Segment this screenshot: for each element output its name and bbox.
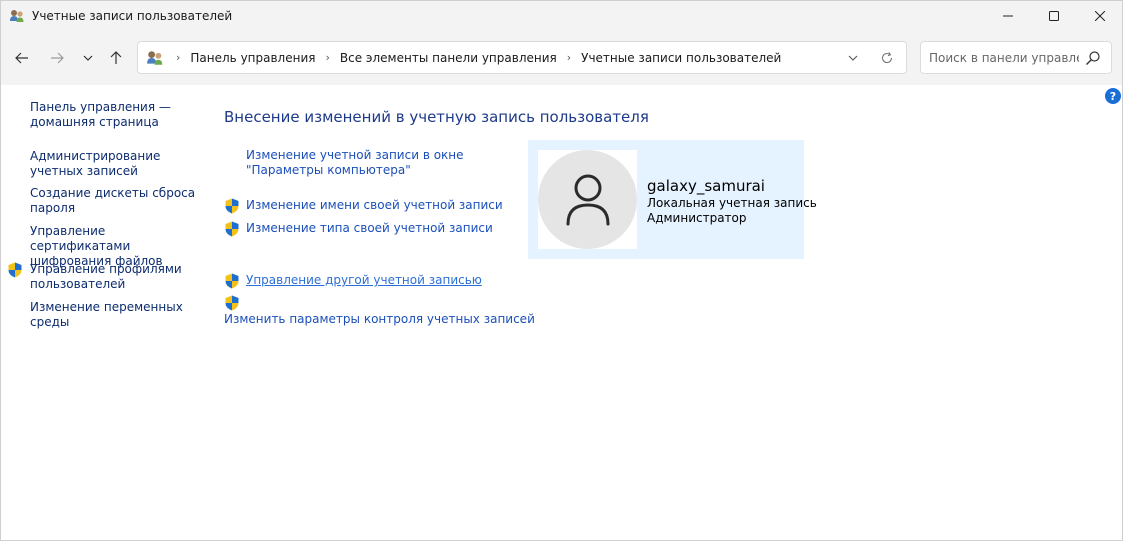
uac-shield-icon	[7, 262, 23, 278]
user-accounts-app-icon	[9, 8, 25, 24]
sidebar-item-manage-accounts[interactable]: Администрирование учетных записей	[30, 149, 205, 179]
address-history-button[interactable]	[844, 49, 862, 67]
sidebar-item-environment-variables[interactable]: Изменение переменных среды	[30, 300, 205, 330]
user-account-card: galaxy_samurai Локальная учетная запись …	[528, 140, 817, 259]
arrow-up-icon	[110, 51, 122, 64]
address-bar[interactable]: › Панель управления › Все элементы панел…	[137, 41, 907, 74]
breadcrumb-separator-icon[interactable]: ›	[176, 51, 180, 64]
search-box[interactable]	[920, 41, 1112, 74]
task-change-account-name[interactable]: Изменение имени своей учетной записи	[246, 198, 503, 213]
uac-shield-icon	[224, 295, 240, 311]
uac-shield-icon	[224, 273, 240, 289]
navigation-bar: › Панель управления › Все элементы панел…	[1, 31, 1122, 85]
breadcrumb-all-items[interactable]: Все элементы панели управления	[340, 51, 557, 65]
window-title: Учетные записи пользователей	[32, 9, 233, 23]
help-icon[interactable]: ?	[1105, 88, 1121, 104]
breadcrumb: › Панель управления › Все элементы панел…	[168, 42, 783, 73]
up-button[interactable]	[103, 45, 129, 71]
back-button[interactable]	[9, 45, 35, 71]
sidebar: Панель управления — домашняя страница Ад…	[1, 85, 211, 540]
uac-shield-icon	[224, 221, 240, 237]
forward-button[interactable]	[44, 45, 70, 71]
breadcrumb-separator-icon[interactable]: ›	[567, 51, 571, 64]
search-icon[interactable]	[1085, 50, 1101, 66]
user-role: Администратор	[647, 211, 747, 225]
uac-shield-icon	[224, 198, 240, 214]
title-bar: Учетные записи пользователей	[1, 1, 1122, 31]
user-icon	[566, 174, 609, 225]
task-change-in-pc-settings[interactable]: Изменение учетной записи в окне "Парамет…	[246, 148, 521, 178]
task-manage-another-account[interactable]: Управление другой учетной записью	[246, 273, 482, 288]
minimize-icon	[1003, 15, 1013, 17]
chevron-down-icon	[83, 55, 93, 61]
maximize-icon	[1049, 11, 1059, 21]
user-accounts-location-icon	[146, 49, 164, 67]
user-account-type: Локальная учетная запись	[647, 196, 817, 210]
minimize-button[interactable]	[985, 1, 1031, 31]
sidebar-item-password-reset-disk[interactable]: Создание дискеты сброса пароля	[30, 186, 205, 216]
task-change-account-type[interactable]: Изменение типа своей учетной записи	[246, 221, 493, 236]
task-uac-settings[interactable]: Изменить параметры контроля учетных запи…	[224, 312, 535, 327]
avatar-frame	[538, 150, 637, 249]
sidebar-item-control-panel-home[interactable]: Панель управления — домашняя страница	[30, 100, 205, 130]
control-panel-window: Учетные записи пользователей › Панель уп…	[0, 0, 1123, 541]
close-button[interactable]	[1077, 1, 1122, 31]
breadcrumb-control-panel[interactable]: Панель управления	[190, 51, 315, 65]
sidebar-item-user-profiles[interactable]: Управление профилями пользователей	[30, 262, 205, 292]
user-name: galaxy_samurai	[647, 177, 765, 195]
arrow-right-icon	[51, 52, 64, 64]
refresh-button[interactable]	[878, 49, 896, 67]
close-icon	[1095, 11, 1105, 21]
arrow-left-icon	[15, 52, 28, 64]
page-title: Внесение изменений в учетную запись поль…	[224, 108, 649, 126]
maximize-button[interactable]	[1031, 1, 1077, 31]
avatar	[538, 150, 637, 249]
recent-locations-button[interactable]	[75, 45, 101, 71]
chevron-down-icon	[848, 55, 858, 61]
breadcrumb-user-accounts[interactable]: Учетные записи пользователей	[581, 51, 781, 65]
breadcrumb-separator-icon[interactable]: ›	[325, 51, 329, 64]
search-input[interactable]	[929, 48, 1079, 68]
refresh-icon	[881, 52, 893, 64]
